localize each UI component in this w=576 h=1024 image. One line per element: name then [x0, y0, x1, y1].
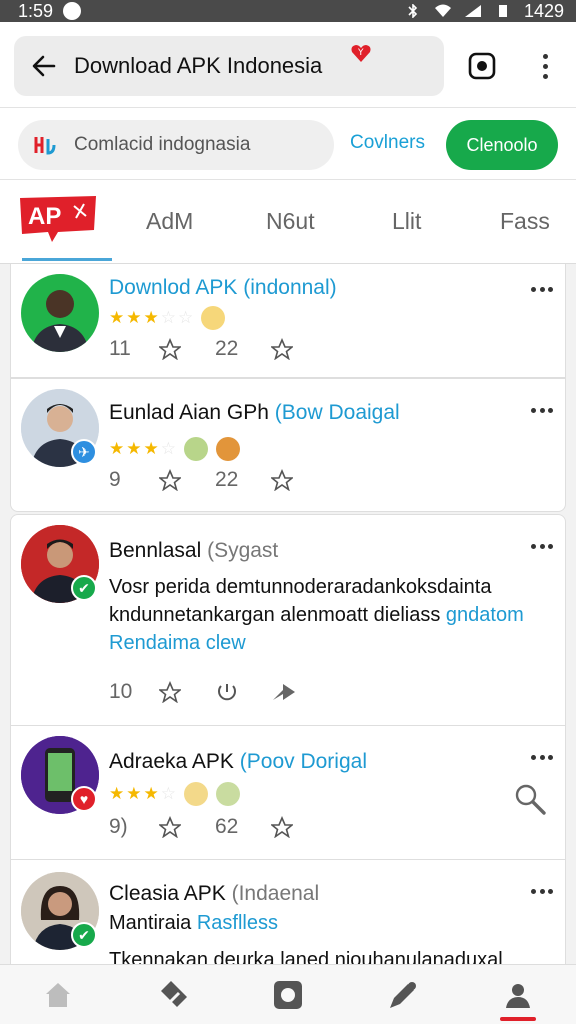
emoji-icon [216, 437, 240, 461]
more-horiz-icon[interactable] [531, 541, 553, 551]
camera-icon [468, 52, 496, 80]
rating-stars: ★ ★ ★ ☆ ☆ [109, 306, 226, 330]
search-input[interactable]: Comlacid indognasia [18, 120, 334, 170]
page-title: Download APK Indonesia [74, 53, 323, 78]
item-stats: 10 [109, 679, 327, 705]
camera-button[interactable] [462, 46, 502, 86]
verified-badge-icon: ✔ [71, 575, 97, 601]
refresh-icon[interactable] [215, 679, 271, 705]
item-stats: 9) 62 [109, 814, 327, 840]
more-horiz-icon[interactable] [531, 405, 553, 415]
emoji-icon [201, 306, 226, 330]
primary-button[interactable]: Clenoolo [446, 120, 558, 170]
tab-active-indicator [22, 258, 112, 261]
post-link[interactable]: Rendaima clew [109, 629, 559, 657]
bluetooth-icon [408, 4, 418, 18]
more-vert-icon[interactable] [528, 46, 562, 86]
emoji-icon [216, 782, 240, 806]
search-icon[interactable] [513, 782, 547, 816]
signal-icon [464, 5, 481, 17]
heart-badge-icon: ♥ [71, 786, 97, 812]
battery-icon [498, 5, 507, 17]
item-title: Adraeka APK (Poov Dorigal [109, 750, 367, 773]
nav-camera[interactable] [258, 967, 318, 1023]
tab-fass[interactable]: Fass [500, 208, 550, 235]
star-outline-icon[interactable] [271, 467, 327, 493]
list-item[interactable]: ✈ Eunlad Aian GPh (Bow Doaigal ★ ★ ★ ☆ 9 22 [10, 378, 566, 512]
star-outline-icon[interactable] [271, 336, 327, 362]
back-button[interactable] [14, 36, 74, 96]
list-item[interactable]: ✔ Cleasia APK (Indaenal Mantiraia Rasfll… [10, 860, 566, 964]
post-body: Tkennakan deurka laned niouhanulanaduxal [109, 949, 503, 964]
list-item[interactable]: Downlod APK (indonnal) ★ ★ ★ ☆ ☆ 11 22 [10, 264, 566, 378]
back-arrow-icon [32, 55, 56, 77]
nav-home[interactable] [28, 967, 88, 1023]
nav-profile[interactable] [488, 967, 548, 1023]
tag-icon [160, 980, 187, 1007]
feed-list: Downlod APK (indonnal) ★ ★ ★ ☆ ☆ 11 22 ✈ Eun… [0, 264, 576, 964]
star-outline-icon[interactable] [159, 336, 215, 362]
tab-adm[interactable]: AdM [146, 208, 193, 235]
item-title: Downlod APK (indonnal) [109, 276, 337, 299]
star-outline-icon[interactable] [159, 679, 215, 705]
filter-link[interactable]: Covlners [350, 132, 425, 154]
list-item[interactable]: ✔ Bennlasal (Sygast Vosr perida demtunno… [10, 514, 566, 726]
rating-stars: ★ ★ ★ ☆ [109, 782, 240, 806]
star-outline-icon[interactable] [159, 467, 215, 493]
more-horiz-icon[interactable] [531, 284, 553, 294]
profile-icon [506, 983, 531, 1008]
rating-stars: ★ ★ ★ ☆ [109, 437, 240, 461]
verified-badge-icon: ✔ [71, 922, 97, 948]
emoji-icon [184, 437, 208, 461]
brand-logo-icon [34, 137, 56, 155]
bottom-nav [0, 964, 576, 1024]
item-subtitle: Mantiraia Rasflless [109, 912, 278, 934]
post-body: Vosr perida demtunnoderaradankoksdainta … [109, 573, 559, 657]
status-bar: 1:59 1429 [0, 0, 576, 22]
filter-row: Comlacid indognasia Covlners Clenoolo [0, 108, 576, 180]
heart-icon: Y [351, 45, 371, 62]
item-title: Eunlad Aian GPh (Bow Doaigal [109, 401, 400, 424]
avatar [21, 274, 99, 352]
tab-llit[interactable]: Llit [392, 208, 421, 235]
home-icon [45, 982, 70, 1007]
search-placeholder: Comlacid indognasia [74, 134, 251, 155]
more-horiz-icon[interactable] [531, 886, 553, 896]
item-stats: 11 22 [109, 336, 327, 362]
item-title: Cleasia APK (Indaenal [109, 882, 320, 905]
star-outline-icon[interactable] [159, 814, 215, 840]
post-link[interactable]: gndatom [446, 604, 524, 626]
nav-tags[interactable] [143, 967, 203, 1023]
tab-bar: AP AdM N6ut Llit Fass [0, 180, 576, 264]
star-outline-icon[interactable] [271, 814, 327, 840]
svg-text:Y: Y [357, 48, 364, 58]
item-title: Bennlasal (Sygast [109, 539, 279, 562]
wifi-icon [434, 4, 451, 17]
app-bar: Download APK Indonesia Y [0, 22, 576, 108]
tab-n6ut[interactable]: N6ut [266, 208, 315, 235]
title-bar[interactable]: Download APK Indonesia Y [14, 36, 444, 96]
status-time: 1:59 [18, 0, 54, 21]
nav-edit[interactable] [373, 967, 433, 1023]
notification-dot-icon [63, 2, 82, 20]
verified-badge-icon: ✈ [71, 439, 97, 465]
item-stats: 9 22 [109, 467, 327, 493]
camera-icon [273, 980, 302, 1009]
ap-logo-text: AP [28, 203, 61, 230]
ap-logo-tab[interactable]: AP [18, 194, 98, 244]
emoji-icon [184, 782, 208, 806]
more-horiz-icon[interactable] [531, 752, 553, 762]
status-battery-text: 1429 [523, 0, 564, 21]
share-icon[interactable] [271, 679, 327, 705]
list-item[interactable]: ♥ Adraeka APK (Poov Dorigal ★ ★ ★ ☆ 9) 62 [10, 726, 566, 860]
pen-icon [390, 981, 417, 1008]
